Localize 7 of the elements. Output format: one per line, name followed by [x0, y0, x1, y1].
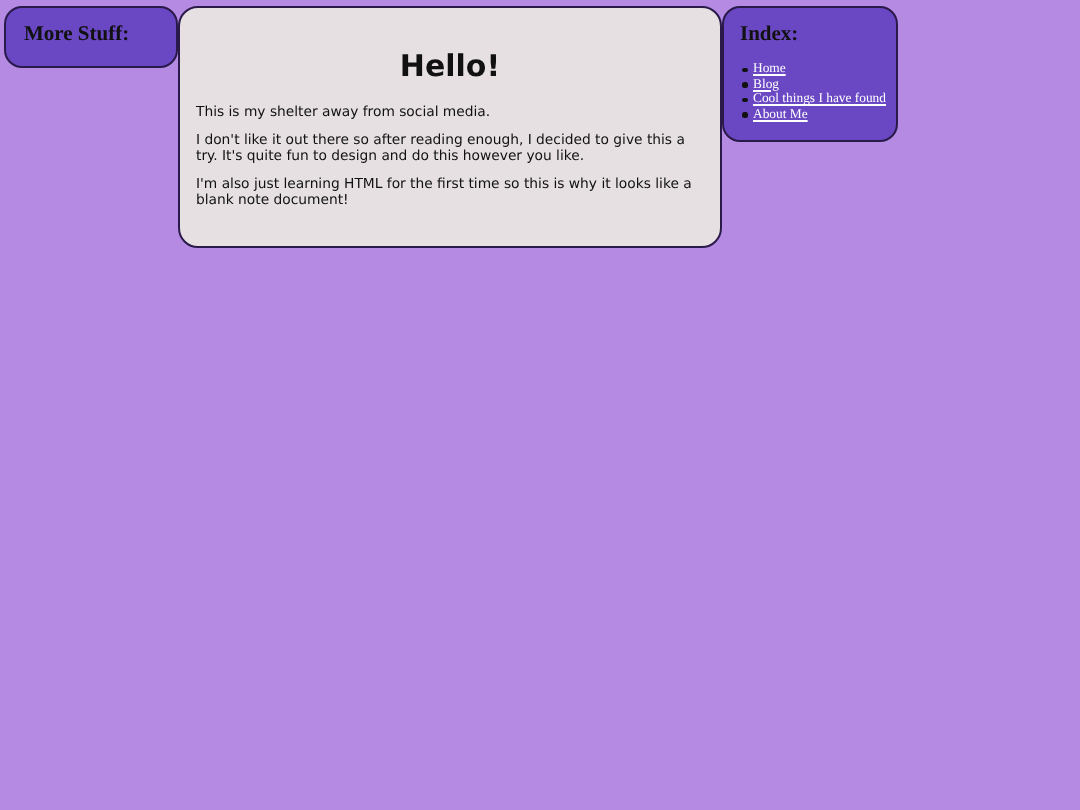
panel-title: Index: [740, 24, 801, 46]
bullet-icon [742, 112, 747, 117]
panel-title: More Stuff: [24, 24, 132, 46]
bullet-icon [742, 97, 747, 102]
bullet-icon [742, 82, 747, 87]
bullet-icon [742, 67, 747, 72]
page-heading: Hello! [397, 48, 503, 84]
